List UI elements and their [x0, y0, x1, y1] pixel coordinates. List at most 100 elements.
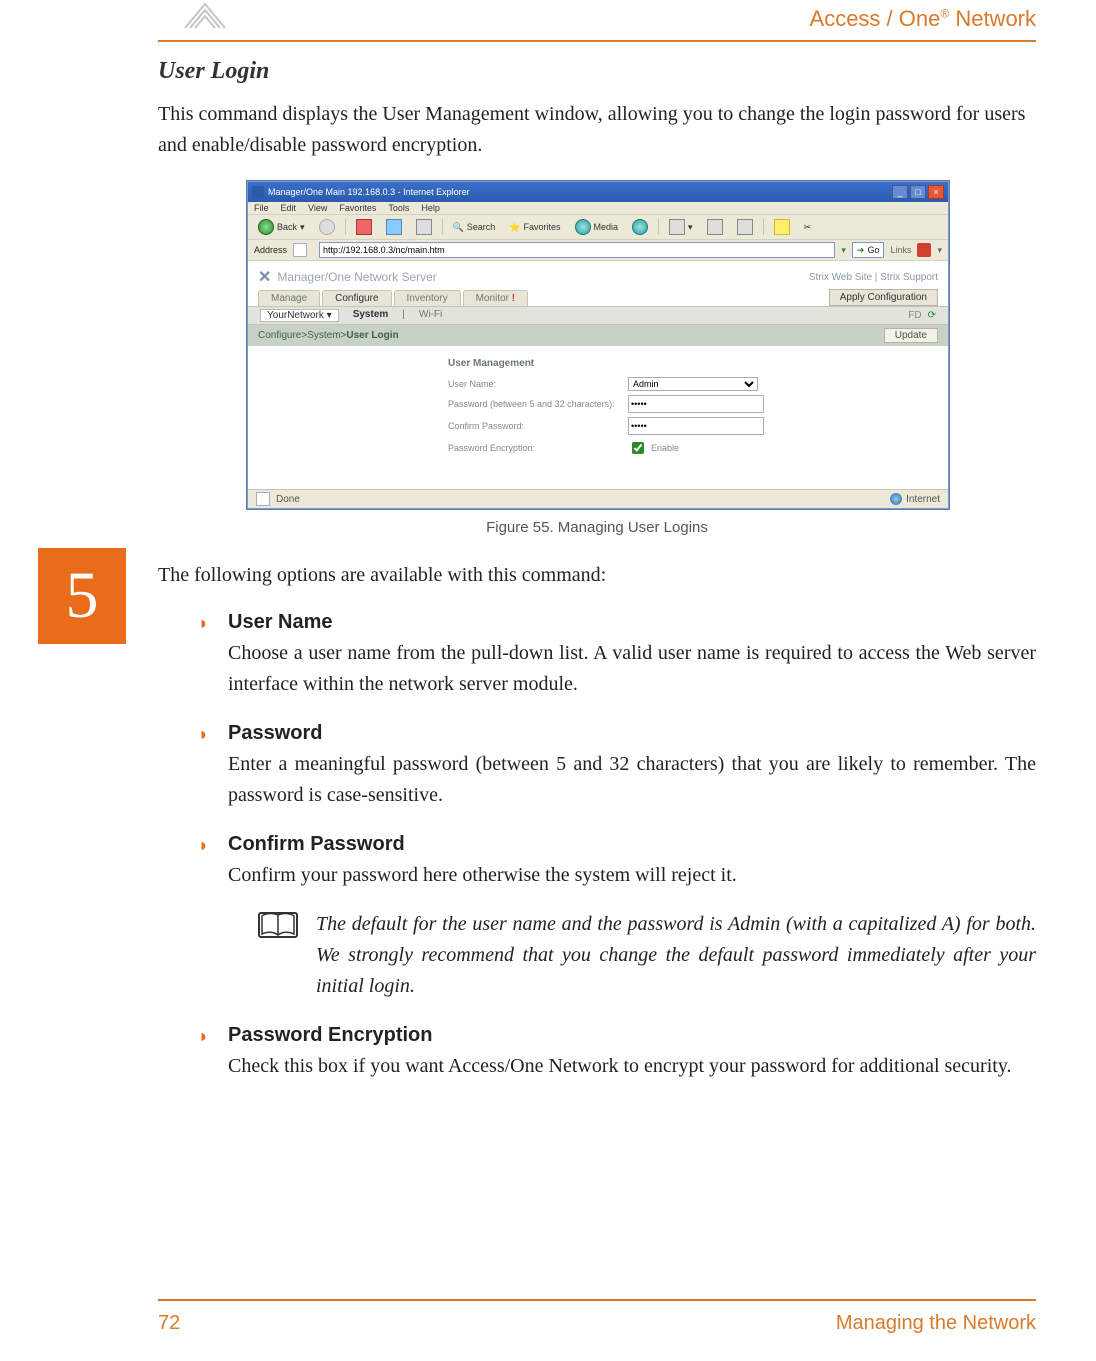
menu-help[interactable]: Help — [421, 203, 440, 213]
brand-reg: ® — [940, 7, 949, 21]
figure-caption: Figure 55. Managing User Logins — [158, 519, 1036, 536]
refresh-icon[interactable]: ⟳ — [928, 310, 936, 321]
minimize-button[interactable]: _ — [892, 185, 908, 199]
mail-button[interactable]: ▾ — [665, 218, 697, 236]
scissors-button[interactable]: ✂ — [800, 221, 816, 234]
brand-suffix: Network — [949, 6, 1036, 31]
bullet-desc-user-name: Choose a user name from the pull-down li… — [228, 638, 1036, 700]
section-title: User Login — [158, 58, 1036, 85]
fd-label: FD — [908, 310, 921, 321]
page-number: 72 — [158, 1312, 180, 1335]
user-name-label: User Name: — [448, 379, 618, 389]
status-doc-icon — [256, 492, 270, 506]
menubar: File Edit View Favorites Tools Help — [248, 202, 948, 215]
bullet-title-password: Password — [228, 722, 1036, 745]
footer-section: Managing the Network — [836, 1312, 1036, 1335]
close-button[interactable]: × — [928, 185, 944, 199]
tab-inventory[interactable]: Inventory — [394, 290, 461, 306]
password-label: Password (between 5 and 32 characters): — [448, 399, 618, 409]
figure-screenshot: Manager/One Main 192.168.0.3 - Internet … — [247, 181, 947, 509]
page-footer: 72 Managing the Network — [158, 1312, 1036, 1335]
network-selector[interactable]: YourNetwork ▾ — [260, 309, 339, 322]
go-button[interactable]: ➜Go — [852, 242, 885, 258]
bullet-desc-password: Enter a meaningful password (between 5 a… — [228, 749, 1036, 811]
header-links[interactable]: Strix Web Site | Strix Support — [809, 272, 938, 283]
history-button[interactable] — [628, 218, 652, 236]
strix-icon[interactable] — [917, 243, 931, 257]
folder-button[interactable] — [770, 218, 794, 236]
ie-icon — [252, 186, 264, 198]
subtab-system[interactable]: System — [353, 309, 389, 322]
app-logo-icon: ✕ — [258, 267, 271, 287]
header-divider — [158, 40, 1036, 42]
password-encryption-checkbox[interactable] — [632, 442, 644, 454]
list-item: Password Enter a meaningful password (be… — [198, 722, 1036, 811]
address-bar: Address ▾ ➜Go Links ▾ — [248, 240, 948, 261]
subtab-sep: | — [402, 309, 405, 322]
password-encryption-label: Password Encryption: — [448, 443, 618, 453]
brand-prefix: Access / One — [810, 6, 941, 31]
bullet-title-confirm: Confirm Password — [228, 833, 1036, 856]
edit-button[interactable] — [733, 218, 757, 236]
bullet-title-encryption: Password Encryption — [228, 1024, 1036, 1047]
user-management-form: User Management User Name: Admin Passwor… — [248, 346, 948, 489]
print-button[interactable] — [703, 218, 727, 236]
footer-divider — [158, 1299, 1036, 1301]
bullet-desc-encryption: Check this box if you want Access/One Ne… — [228, 1051, 1036, 1082]
confirm-password-label: Confirm Password: — [448, 421, 618, 431]
crumb-2[interactable]: System — [307, 330, 340, 341]
confirm-password-input[interactable] — [628, 417, 764, 435]
note-text: The default for the user name and the pa… — [316, 909, 1036, 1002]
home-button[interactable] — [412, 218, 436, 236]
address-input[interactable] — [319, 242, 835, 258]
internet-icon — [890, 493, 902, 505]
user-name-select[interactable]: Admin — [628, 377, 758, 391]
forward-button[interactable] — [315, 218, 339, 236]
list-item: Password Encryption Check this box if yo… — [198, 1024, 1036, 1082]
panel-title: User Management — [248, 358, 948, 375]
apply-configuration-button[interactable]: Apply Configuration — [829, 289, 938, 306]
tab-manage[interactable]: Manage — [258, 290, 320, 306]
refresh-button[interactable] — [382, 218, 406, 236]
chapter-tab: 5 — [38, 548, 126, 644]
brand-header: Access / One® Network — [810, 6, 1036, 32]
password-encryption-text: Enable — [651, 443, 679, 453]
menu-tools[interactable]: Tools — [388, 203, 409, 213]
bullet-title-user-name: User Name — [228, 611, 1036, 634]
update-button[interactable]: Update — [884, 328, 938, 343]
app-branding: ✕ Manager/One Network Server Strix Web S… — [248, 261, 948, 289]
links-label: Links — [890, 245, 911, 255]
password-input[interactable] — [628, 395, 764, 413]
tab-configure[interactable]: Configure — [322, 290, 391, 306]
crumb-3: User Login — [346, 330, 398, 341]
window-titlebar: Manager/One Main 192.168.0.3 - Internet … — [248, 182, 948, 202]
search-button[interactable]: 🔍 Search — [449, 221, 500, 234]
status-bar: Done Internet — [248, 489, 948, 508]
menu-edit[interactable]: Edit — [281, 203, 297, 213]
app-title: Manager/One Network Server — [277, 270, 436, 284]
intro-paragraph: This command displays the User Managemen… — [158, 99, 1036, 161]
stop-button[interactable] — [352, 218, 376, 236]
list-item: Confirm Password Confirm your password h… — [198, 833, 1036, 1002]
book-icon — [258, 909, 298, 946]
status-done: Done — [276, 494, 300, 505]
media-button[interactable]: Media — [571, 218, 623, 236]
list-item: User Name Choose a user name from the pu… — [198, 611, 1036, 700]
favorites-button[interactable]: ⭐ Favorites — [505, 221, 564, 234]
menu-file[interactable]: File — [254, 203, 269, 213]
subtab-wifi[interactable]: Wi-Fi — [419, 309, 442, 322]
bullet-desc-confirm: Confirm your password here otherwise the… — [228, 860, 1036, 891]
address-label: Address — [254, 245, 287, 255]
toolbar: Back ▾ 🔍 Search ⭐ Favorites Media ▾ — [248, 215, 948, 240]
crumb-1[interactable]: Configure — [258, 330, 301, 341]
back-button[interactable]: Back ▾ — [254, 218, 309, 236]
status-internet: Internet — [906, 494, 940, 505]
page-icon — [293, 243, 307, 257]
menu-view[interactable]: View — [308, 203, 327, 213]
publisher-logo-icon — [180, 0, 230, 30]
tab-monitor[interactable]: Monitor — [463, 290, 528, 306]
maximize-button[interactable]: □ — [910, 185, 926, 199]
menu-favorites[interactable]: Favorites — [339, 203, 376, 213]
window-title: Manager/One Main 192.168.0.3 - Internet … — [268, 187, 470, 197]
options-list: User Name Choose a user name from the pu… — [198, 611, 1036, 1082]
